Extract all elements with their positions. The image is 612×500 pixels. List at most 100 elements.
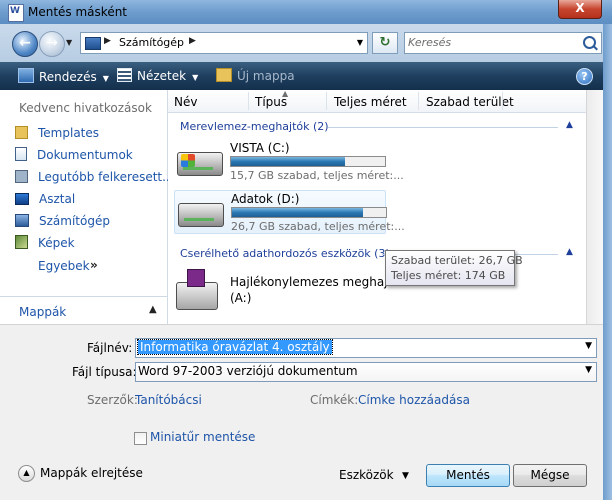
favorite-links-panel: Kedvenc hivatkozások Templates Dokumentu… [0,90,174,296]
hide-folders-link[interactable]: Mappák elrejtése [40,466,143,480]
drive-item-c[interactable]: VISTA (C:) 15,7 GB szabad, teljes méret:… [174,140,404,182]
organize-label: Rendezés [39,70,97,84]
help-button[interactable]: ? [576,68,593,85]
column-header-row: Név Típus ▲ Teljes méret Szabad terület [168,90,586,113]
fav-item-documents[interactable]: Dokumentumok [15,147,133,163]
tools-button[interactable]: Eszközök [339,468,394,482]
filetype-select[interactable]: Word 97-2003 verziójú dokumentum ▼ [135,362,597,382]
drive-usage-fill [232,208,363,217]
fav-item-desktop[interactable]: Asztal [15,191,75,207]
back-button[interactable]: ← [12,31,38,57]
fav-label: Képek [38,236,75,250]
fav-item-templates[interactable]: Templates [15,125,99,141]
drive-name: VISTA (C:) [230,141,290,155]
organize-button[interactable]: Rendezés ▼ [18,68,109,84]
filename-input[interactable]: Informatika óravázlat 4. osztály [137,339,333,355]
drive-item-d[interactable]: Adatok (D:) 26,7 GB szabad, teljes méret… [174,190,405,234]
chevron-up-icon[interactable]: ▲ [149,304,157,315]
documents-icon [15,147,27,161]
folders-label: Mappák [19,305,67,319]
fav-item-pictures[interactable]: Képek [15,235,75,251]
new-folder-icon [216,68,232,82]
windows-logo-icon [181,154,195,167]
views-label: Nézetek [137,69,187,83]
title-bar[interactable]: Mentés másként X [0,0,612,24]
chevron-down-icon[interactable]: ▼ [402,471,409,481]
fav-label: Dokumentumok [37,148,133,162]
thumbnail-checkbox[interactable] [134,432,147,445]
column-divider[interactable] [326,92,327,110]
address-bar-area: ← → ▼ ▶ Számítógép ▶ ▼ ↻ [0,24,612,62]
file-list-panel: Név Típus ▲ Teljes méret Szabad terület … [168,90,586,324]
breadcrumb-arrow-icon[interactable]: ▶ [189,36,196,46]
computer-icon [85,37,101,50]
column-header-name[interactable]: Név [174,95,197,109]
filetype-value: Word 97-2003 verziójú dokumentum [138,364,358,378]
search-box[interactable] [404,32,602,54]
command-toolbar: Rendezés ▼ Nézetek ▼ Új mappa ? [0,62,612,90]
floppy-drive-name[interactable]: Hajlékonylemezes meghajtó [230,275,400,289]
drive-usage-fill [231,157,345,166]
save-button[interactable]: Mentés [426,464,510,487]
column-divider[interactable] [418,92,419,110]
window-frame-edge [603,24,612,500]
breadcrumb-location[interactable]: Számítógép [119,36,184,49]
floppy-drive-icon[interactable] [176,269,218,310]
recent-icon [15,170,28,183]
hide-folders-icon[interactable]: ▲ [18,465,35,482]
refresh-button[interactable]: ↻ [372,32,398,54]
chevron-down-icon: ▼ [192,73,199,82]
folders-toggle-bar[interactable]: Mappák ▲ [0,296,168,325]
save-as-dialog: Mentés másként X ← → ▼ ▶ Számítógép ▶ ▼ … [0,0,612,500]
column-divider[interactable] [502,92,503,110]
chevron-down-icon: ▼ [102,74,109,83]
more-arrow-icon[interactable]: » [90,258,98,272]
drive-tooltip: Szabad terület: 26,7 GB Teljes méret: 17… [385,250,523,286]
floppy-drive-letter[interactable]: (A:) [230,291,251,305]
tooltip-free-space: Szabad terület: 26,7 GB [391,254,523,267]
fav-label: Számítógép [39,214,110,228]
group-header-hdd[interactable]: Merevlemez-meghajtók (2) [180,120,329,133]
fav-item-computer[interactable]: Számítógép [15,213,110,229]
file-list-scrollbar[interactable] [586,90,604,324]
forward-button[interactable]: → [39,31,65,57]
cancel-button[interactable]: Mégse [513,464,587,487]
tags-field[interactable]: Címke hozzáadása [358,393,470,407]
chevron-up-icon[interactable]: ▲ [566,120,573,130]
views-button[interactable]: Nézetek ▼ [117,68,198,84]
computer-icon [15,214,29,227]
hard-drive-icon [178,203,224,227]
fav-label: Templates [38,126,100,140]
column-divider[interactable] [248,92,249,110]
desktop-icon [15,193,29,205]
favorite-links-header: Kedvenc hivatkozások [19,101,152,115]
address-field[interactable]: ▶ Számítógép ▶ ▼ [80,32,368,54]
drive-info: 15,7 GB szabad, teljes méret:... [230,169,404,182]
drive-usage-bar [231,207,387,218]
chevron-down-icon[interactable]: ▼ [585,365,592,375]
column-header-free-space[interactable]: Szabad terület [426,95,514,109]
recent-pages-dropdown[interactable]: ▼ [66,38,72,47]
search-input[interactable] [408,35,578,50]
fav-item-recent[interactable]: Legutóbb felkeresett... [15,169,174,185]
folder-icon [15,126,28,139]
fav-label: Asztal [39,192,76,206]
authors-field[interactable]: Tanítóbácsi [135,393,202,407]
thumbnail-label[interactable]: Miniatűr mentése [150,430,255,444]
fav-more-link[interactable]: Egyebek [38,259,90,273]
tags-label: Címkék: [310,393,359,407]
group-header-removable[interactable]: Cserélhető adathordozós eszközök (3) [180,247,390,260]
chevron-down-icon[interactable]: ▼ [585,341,592,351]
filename-combo[interactable]: Informatika óravázlat 4. osztály ▼ [135,338,597,358]
search-icon[interactable] [583,36,596,49]
save-form-area: Fájlnév: Informatika óravázlat 4. osztál… [0,324,603,500]
close-button[interactable]: X [558,0,602,19]
column-header-total-size[interactable]: Teljes méret [334,95,407,109]
chevron-up-icon[interactable]: ▲ [566,247,573,257]
new-folder-button[interactable]: Új mappa [216,68,295,84]
drive-usage-bar [230,156,386,167]
address-dropdown-icon[interactable]: ▼ [357,38,363,47]
organize-icon [18,68,34,83]
breadcrumb-arrow-icon[interactable]: ▶ [104,36,111,46]
authors-label: Szerzők: [87,393,138,407]
